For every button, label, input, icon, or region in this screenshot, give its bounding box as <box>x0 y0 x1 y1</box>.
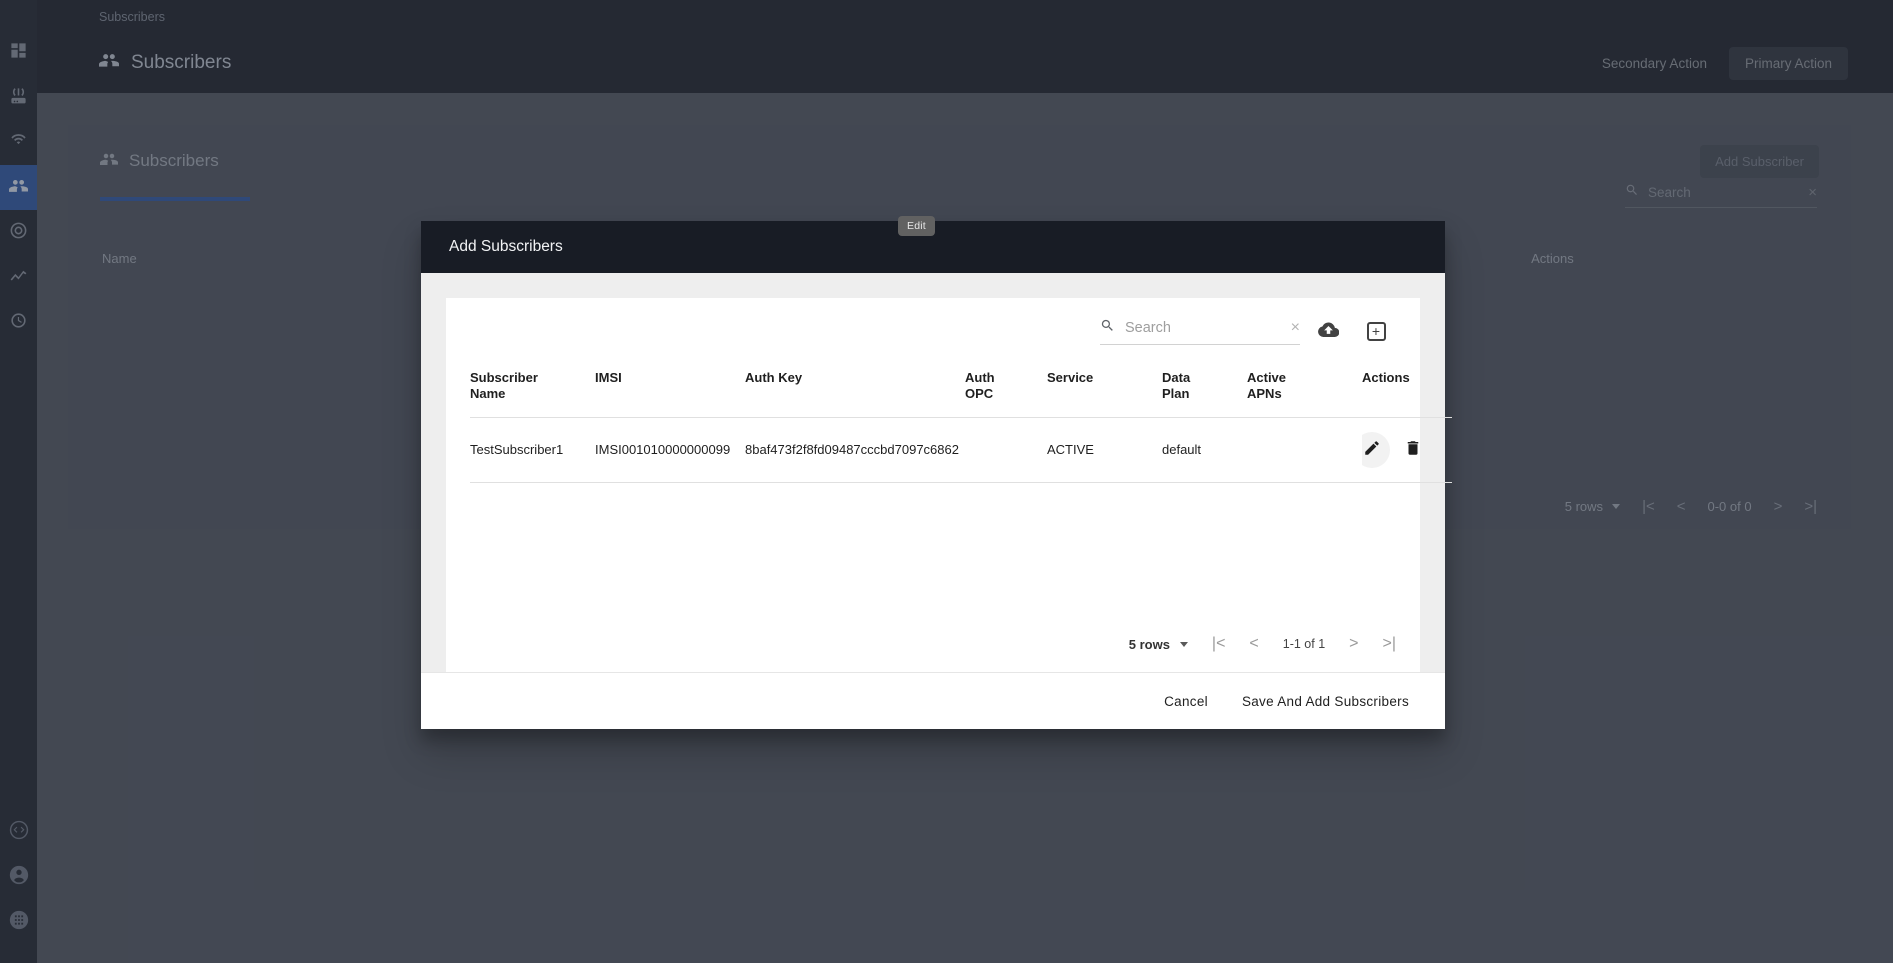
th-line1: Active <box>1247 370 1362 386</box>
add-subscribers-dialog: Add Subscribers Search × + <box>421 221 1445 729</box>
th-imsi: IMSI <box>595 364 745 417</box>
search-icon <box>1100 318 1115 338</box>
dialog-page-range: 1-1 of 1 <box>1283 637 1325 651</box>
th-service: Service <box>1047 364 1162 417</box>
dialog-title: Add Subscribers <box>449 238 563 256</box>
cell-auth-opc <box>965 417 1047 482</box>
th-line2: APNs <box>1247 386 1362 402</box>
cell-active-apns <box>1247 417 1362 482</box>
dialog-body: Search × + Subscriber <box>421 273 1445 672</box>
th-actions: Actions <box>1362 364 1452 417</box>
edit-tooltip: Edit <box>898 216 935 236</box>
dialog-pagination: 5 rows |< < 1-1 of 1 > >| <box>446 616 1420 672</box>
clear-icon[interactable]: × <box>1291 319 1300 337</box>
subscribers-panel: Search × + Subscriber <box>446 298 1420 672</box>
th-line1: Auth <box>965 370 1047 386</box>
th-auth-opc: Auth OPC <box>965 364 1047 417</box>
table-body: TestSubscriber1 IMSI001010000000099 8baf… <box>470 417 1452 482</box>
add-row-button[interactable]: + <box>1356 311 1396 351</box>
th-subscriber-name: Subscriber Name <box>470 364 595 417</box>
trash-icon <box>1404 439 1422 460</box>
th-line2: OPC <box>965 386 1047 402</box>
dialog-rows-per-page[interactable]: 5 rows <box>1129 637 1188 652</box>
cancel-button[interactable]: Cancel <box>1152 684 1220 719</box>
cell-subscriber-name: TestSubscriber1 <box>470 417 595 482</box>
last-page-button[interactable]: >| <box>1383 635 1397 653</box>
th-line2: Plan <box>1162 386 1247 402</box>
cell-actions <box>1362 417 1452 482</box>
dialog-search-field[interactable]: Search × <box>1100 318 1300 345</box>
cell-data-plan: default <box>1162 417 1247 482</box>
dialog-search-placeholder: Search <box>1125 320 1281 336</box>
first-page-button[interactable]: |< <box>1212 635 1226 653</box>
th-line1: Data <box>1162 370 1247 386</box>
cell-imsi: IMSI001010000000099 <box>595 417 745 482</box>
th-auth-key: Auth Key <box>745 364 965 417</box>
chevron-down-icon <box>1180 642 1188 647</box>
th-active-apns: Active APNs <box>1247 364 1362 417</box>
th-line1: Auth Key <box>745 370 965 386</box>
row-action-group <box>1362 432 1452 468</box>
upload-csv-button[interactable] <box>1308 311 1348 351</box>
dialog-rows-label: 5 rows <box>1129 637 1170 652</box>
cell-service: ACTIVE <box>1047 417 1162 482</box>
th-data-plan: Data Plan <box>1162 364 1247 417</box>
cloud-upload-icon <box>1318 319 1339 343</box>
table-header-row: Subscriber Name IMSI Auth Key Auth <box>470 364 1452 417</box>
th-line1: Actions <box>1362 370 1452 386</box>
next-page-button[interactable]: > <box>1349 635 1358 653</box>
table-row[interactable]: TestSubscriber1 IMSI001010000000099 8baf… <box>470 417 1452 482</box>
th-line1: Subscriber <box>470 370 595 386</box>
delete-button[interactable] <box>1404 439 1422 460</box>
cell-auth-key: 8baf473f2f8fd09487cccbd7097c6862 <box>745 417 965 482</box>
panel-toolbar: Search × + <box>446 298 1420 364</box>
dialog-footer: Cancel Save And Add Subscribers <box>421 672 1445 729</box>
th-line2: Name <box>470 386 595 402</box>
th-line1: Service <box>1047 370 1162 386</box>
th-line1: IMSI <box>595 370 745 386</box>
plus-box-icon: + <box>1367 322 1386 341</box>
table-head: Subscriber Name IMSI Auth Key Auth <box>470 364 1452 417</box>
save-and-add-subscribers-button[interactable]: Save And Add Subscribers <box>1230 684 1421 719</box>
prev-page-button[interactable]: < <box>1249 635 1258 653</box>
subscribers-table: Subscriber Name IMSI Auth Key Auth <box>470 364 1452 483</box>
dialog-table-wrap: Subscriber Name IMSI Auth Key Auth <box>446 364 1420 483</box>
edit-button[interactable] <box>1362 432 1390 468</box>
pencil-icon <box>1363 439 1381 460</box>
